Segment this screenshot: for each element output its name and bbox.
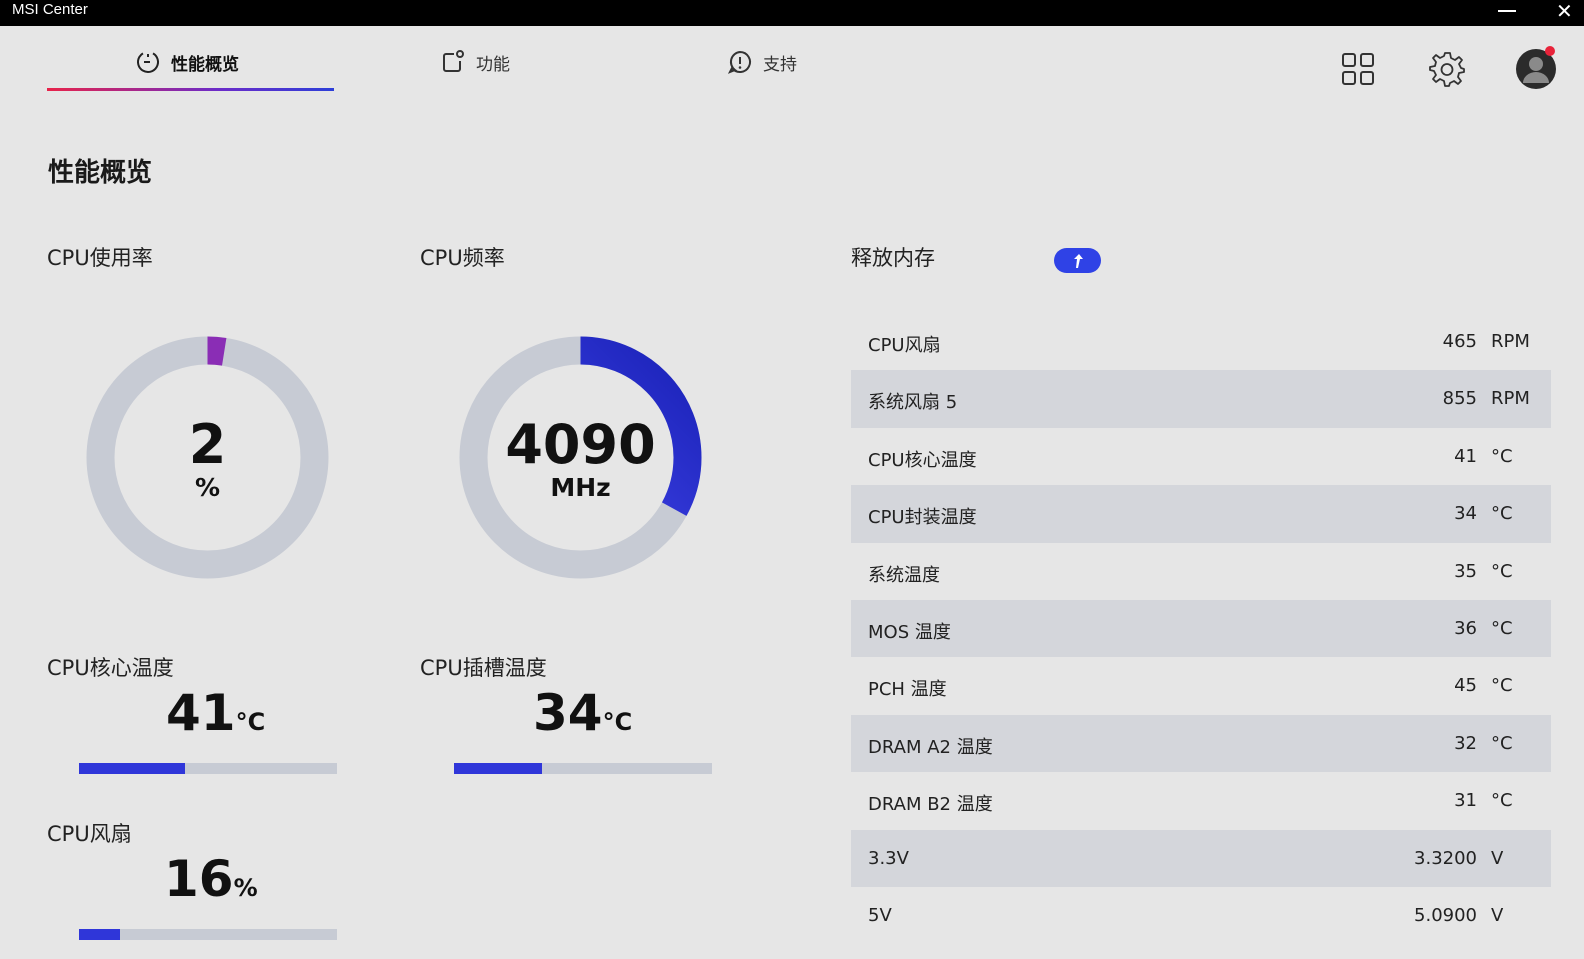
- sensor-row: MOS 温度 36 °C: [851, 599, 1551, 658]
- cpu-fan-bar: [79, 929, 337, 940]
- sensor-name: 5V: [868, 904, 892, 926]
- sensor-row: DRAM A2 温度 32 °C: [851, 714, 1551, 773]
- cpu-fan-value: 16%: [164, 850, 258, 908]
- sensor-row: 系统温度 35 °C: [851, 543, 1551, 600]
- sensor-row: 3.3V 3.3200 V: [851, 829, 1551, 887]
- minimize-button[interactable]: [1498, 10, 1516, 12]
- cpu-frequency-unit: MHz: [550, 473, 611, 502]
- sensor-value: 465: [1442, 331, 1477, 352]
- features-icon: [443, 50, 464, 72]
- cpu-fan-label: CPU风扇: [47, 822, 132, 846]
- cpu-fan-bar-fill: [79, 929, 121, 940]
- sensor-row: CPU核心温度 41 °C: [851, 428, 1551, 485]
- sensor-name: 3.3V: [868, 847, 909, 869]
- sensor-row: PCH 温度 45 °C: [851, 657, 1551, 714]
- sensor-value: 31: [1454, 790, 1477, 812]
- sensor-name: MOS 温度: [868, 621, 951, 643]
- cpu-usage-label: CPU使用率: [47, 246, 153, 270]
- temp-number: 34: [533, 684, 603, 742]
- cpu-socket-temp-bar: [454, 763, 712, 774]
- sensor-unit: °C: [1491, 675, 1513, 697]
- release-memory-button[interactable]: [1054, 248, 1101, 273]
- sensor-unit: RPM: [1491, 388, 1530, 410]
- sensor-name: DRAM A2 温度: [868, 736, 993, 758]
- tab-support[interactable]: 支持: [727, 44, 797, 80]
- cpu-core-temp-bar: [79, 763, 337, 774]
- cpu-socket-temp-label: CPU插槽温度: [420, 656, 547, 680]
- sensor-row: 系统风扇 5 855 RPM: [851, 370, 1551, 428]
- sensor-value: 3.3200: [1414, 847, 1477, 869]
- cpu-core-temp-value: 41°C: [166, 684, 265, 742]
- cpu-usage-value: 2: [188, 413, 227, 476]
- sensor-name: 系统风扇 5: [868, 392, 958, 414]
- close-button[interactable]: ✕: [1556, 0, 1573, 22]
- notification-dot: [1545, 46, 1555, 56]
- temp-number: 41: [166, 684, 236, 742]
- tab-performance-overview[interactable]: 性能概览: [135, 44, 239, 80]
- sensor-row: DRAM B2 温度 31 °C: [851, 772, 1551, 829]
- sensor-value: 34: [1454, 503, 1477, 525]
- sensor-value: 5.0900: [1414, 904, 1477, 926]
- temp-unit: °C: [235, 708, 266, 736]
- cpu-frequency-value: 4090: [505, 413, 656, 476]
- sensor-name: CPU封装温度: [868, 507, 977, 529]
- gear-icon[interactable]: [1428, 50, 1466, 88]
- cpu-core-temp-label: CPU核心温度: [47, 656, 174, 680]
- sensor-unit: V: [1491, 904, 1504, 926]
- tab-features[interactable]: 功能: [440, 44, 510, 80]
- sensor-row: 5V 5.0900 V: [851, 887, 1551, 944]
- sensor-name: CPU核心温度: [868, 449, 977, 471]
- release-memory-label: 释放内存: [851, 246, 935, 270]
- grid-icon[interactable]: [1341, 52, 1375, 86]
- sensor-value: 32: [1454, 732, 1477, 754]
- title-bar: MSI Center ✕: [0, 0, 1584, 26]
- cpu-core-temp-bar-fill: [79, 763, 185, 774]
- tab-label: 性能概览: [171, 54, 239, 75]
- boost-arrow-icon: [1073, 253, 1083, 268]
- sensor-unit: °C: [1491, 617, 1513, 639]
- sensor-value: 855: [1442, 388, 1477, 410]
- cpu-usage-unit: %: [194, 473, 221, 502]
- sensor-unit: V: [1491, 847, 1504, 869]
- cpu-frequency-label: CPU频率: [420, 246, 505, 270]
- sensor-row: CPU封装温度 34 °C: [851, 485, 1551, 543]
- sensor-unit: °C: [1491, 445, 1513, 467]
- sensor-unit: RPM: [1491, 331, 1530, 352]
- avatar[interactable]: [1514, 46, 1558, 90]
- cpu-frequency-gauge: 4090 MHz: [458, 335, 703, 580]
- sensor-value: 45: [1454, 675, 1477, 697]
- sensor-unit: °C: [1491, 560, 1513, 582]
- support-icon: [727, 50, 751, 74]
- sensor-row: CPU风扇 465 RPM: [851, 313, 1551, 370]
- tab-label: 功能: [476, 54, 510, 75]
- cpu-socket-temp-value: 34°C: [533, 684, 632, 742]
- cpu-usage-gauge: 2 %: [85, 335, 330, 580]
- tab-label: 支持: [763, 54, 797, 75]
- sensor-name: CPU风扇: [868, 335, 941, 356]
- sensor-list: CPU风扇 465 RPM 系统风扇 5 855 RPM CPU核心温度 41 °C CPU封装温…: [851, 313, 1551, 944]
- cpu-socket-temp-bar-fill: [454, 763, 542, 774]
- sensor-unit: °C: [1491, 732, 1513, 754]
- fan-number: 16: [164, 850, 234, 908]
- sensor-name: PCH 温度: [868, 679, 947, 701]
- active-tab-indicator: [47, 88, 334, 91]
- sensor-value: 41: [1454, 445, 1477, 467]
- window-title: MSI Center: [12, 1, 88, 18]
- fan-unit: %: [233, 874, 258, 902]
- dashboard-icon: [137, 51, 159, 73]
- sensor-name: DRAM B2 温度: [868, 794, 993, 816]
- sensor-value: 35: [1454, 560, 1477, 582]
- page-title: 性能概览: [48, 158, 153, 188]
- sensor-unit: °C: [1491, 503, 1513, 525]
- sensor-unit: °C: [1491, 790, 1513, 812]
- temp-unit: °C: [602, 708, 633, 736]
- user-avatar-icon: [1516, 46, 1556, 89]
- sensor-value: 36: [1454, 617, 1477, 639]
- sensor-name: 系统温度: [868, 564, 940, 586]
